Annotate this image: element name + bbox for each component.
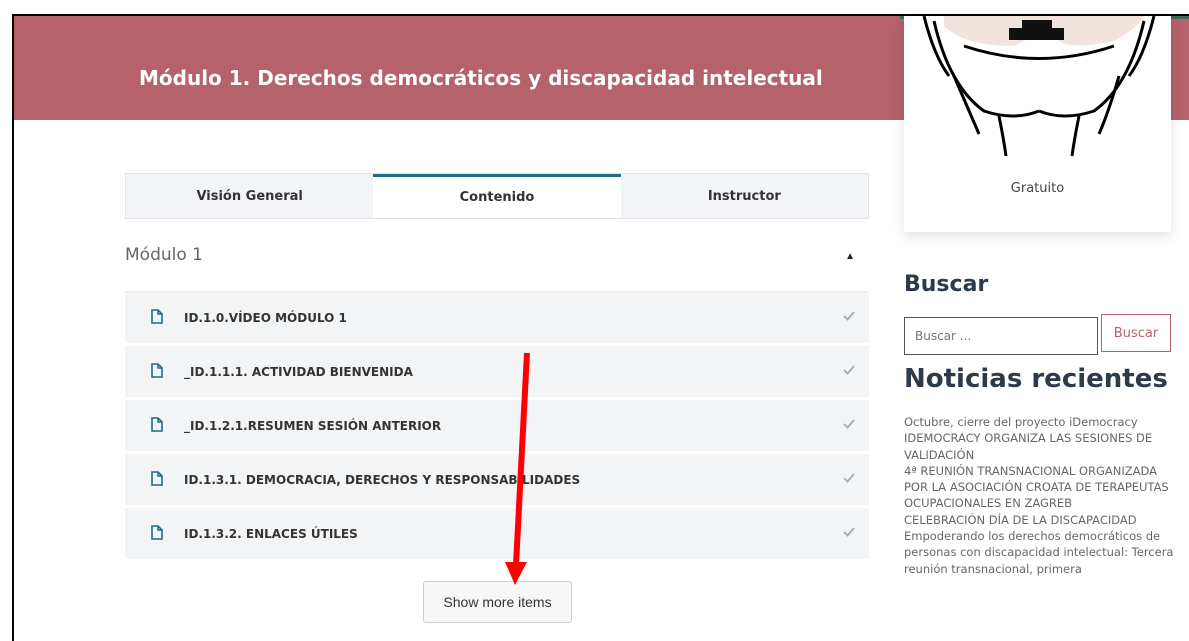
search-input[interactable] [904, 317, 1098, 355]
tab-instructor[interactable]: Instructor [621, 174, 868, 218]
module-section-title: Módulo 1 [125, 245, 203, 265]
hands-holding-ballot-illustration [922, 16, 1156, 157]
check-icon [843, 311, 855, 321]
caret-up-icon[interactable]: ▲ [845, 251, 855, 262]
tab-vision-general[interactable]: Visión General [126, 174, 373, 218]
news-link[interactable]: CELEBRACIÓN DÍA DE LA DISCAPACIDAD [904, 512, 1176, 528]
lesson-item[interactable]: _ID.1.1.1. ACTIVIDAD BIENVENIDA [125, 346, 869, 397]
document-icon [151, 525, 163, 540]
check-icon [843, 419, 855, 429]
document-icon [151, 417, 163, 432]
news-link[interactable]: Octubre, cierre del proyecto iDemocracy [904, 414, 1176, 430]
news-link[interactable]: IDEMOCRACY ORGANIZA LAS SESIONES DE VALI… [904, 430, 1176, 463]
lesson-item[interactable]: _ID.1.2.1.RESUMEN SESIÓN ANTERIOR [125, 400, 869, 451]
check-icon [843, 365, 855, 375]
course-card: Gratuito [904, 16, 1171, 232]
lesson-label: ID.1.3.1. DEMOCRACIA, DERECHOS Y RESPONS… [184, 472, 581, 487]
search-heading: Buscar [904, 272, 989, 297]
window-top-strip [0, 0, 1189, 14]
course-title: Módulo 1. Derechos democráticos y discap… [139, 66, 823, 90]
lesson-list: ID.1.0.VÍDEO MÓDULO 1 _ID.1.1.1. ACTIVID… [125, 292, 869, 562]
lesson-label: ID.1.0.VÍDEO MÓDULO 1 [184, 310, 347, 325]
check-icon [843, 473, 855, 483]
module-section-header[interactable]: Módulo 1 ▲ [125, 245, 869, 292]
news-link[interactable]: 4ª REUNIÓN TRANSNACIONAL ORGANIZADA POR … [904, 463, 1176, 512]
lesson-label: _ID.1.2.1.RESUMEN SESIÓN ANTERIOR [184, 418, 442, 433]
document-icon [151, 363, 163, 378]
lesson-label: _ID.1.1.1. ACTIVIDAD BIENVENIDA [184, 364, 413, 379]
news-link[interactable]: Empoderando los derechos democráticos de… [904, 528, 1176, 577]
course-tabs: Visión General Contenido Instructor [125, 173, 869, 219]
search-button[interactable]: Buscar [1101, 314, 1171, 352]
document-icon [151, 309, 163, 324]
recent-news-heading: Noticias recientes [904, 364, 1168, 394]
document-icon [151, 471, 163, 486]
lesson-item[interactable]: ID.1.0.VÍDEO MÓDULO 1 [125, 292, 869, 343]
show-more-items-button[interactable]: Show more items [423, 581, 572, 623]
lesson-item[interactable]: ID.1.3.1. DEMOCRACIA, DERECHOS Y RESPONS… [125, 454, 869, 505]
recent-news-list: Octubre, cierre del proyecto iDemocracy … [904, 414, 1176, 577]
lesson-item[interactable]: ID.1.3.2. ENLACES ÚTILES [125, 508, 869, 559]
check-icon [843, 527, 855, 537]
lesson-label: ID.1.3.2. ENLACES ÚTILES [184, 526, 358, 541]
course-price: Gratuito [1010, 181, 1065, 196]
tab-contenido[interactable]: Contenido [373, 174, 621, 218]
